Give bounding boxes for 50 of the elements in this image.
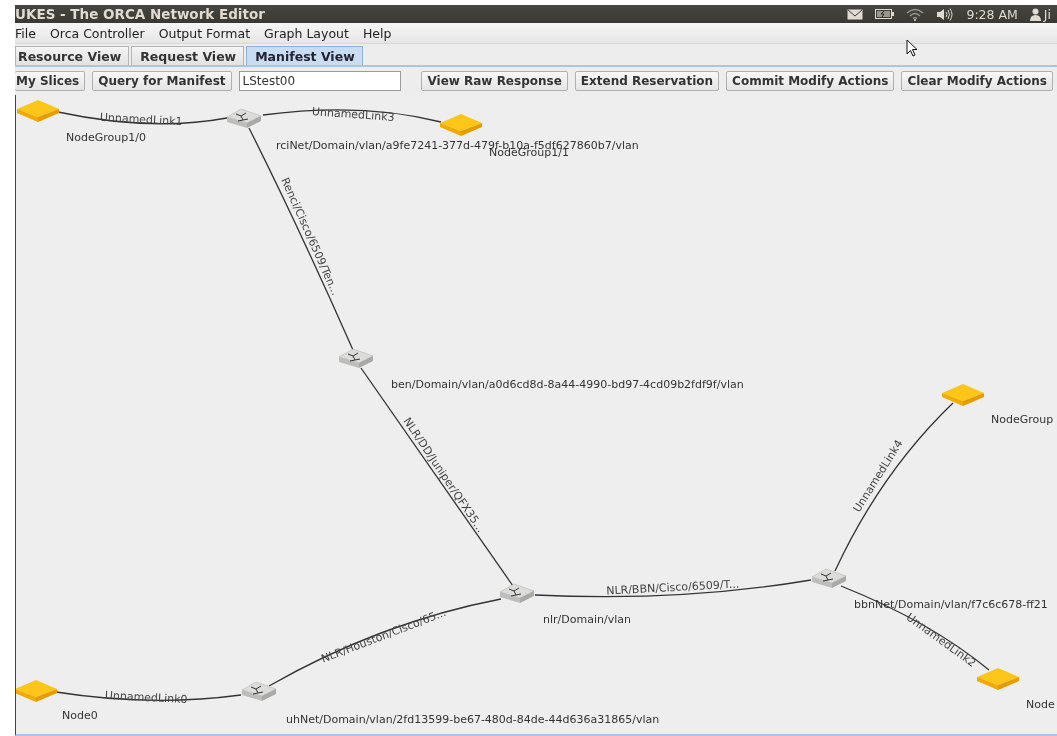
node-label: Node	[1026, 698, 1055, 711]
compute-node-icon[interactable]	[977, 668, 1019, 690]
toolbar-button[interactable]: View Raw Response	[421, 71, 568, 91]
window-title: UKES - The ORCA Network Editor	[15, 6, 266, 22]
link-line[interactable]	[534, 579, 812, 598]
compute-node-icon[interactable]	[942, 384, 984, 406]
menu-item[interactable]: Help	[356, 25, 400, 41]
link-line[interactable]	[55, 691, 242, 701]
toolbar-button[interactable]: My Slices	[15, 71, 86, 91]
toolbar-button[interactable]: Extend Reservation	[574, 71, 720, 91]
compute-node-icon[interactable]	[440, 114, 482, 136]
tab[interactable]: Manifest View	[246, 46, 363, 65]
link-line[interactable]	[268, 598, 502, 687]
link-line[interactable]	[57, 111, 228, 125]
cursor-icon	[906, 39, 918, 57]
user-icon[interactable]	[1029, 7, 1041, 21]
link-label: NLR/BBN/Cisco/6509/T...	[605, 577, 740, 598]
wifi-icon[interactable]	[906, 7, 925, 21]
switch-icon[interactable]	[811, 568, 847, 588]
tab[interactable]: Request View	[131, 46, 245, 65]
node-label: nlr/Domain/vlan	[543, 613, 631, 626]
switch-icon[interactable]	[499, 583, 535, 603]
toolbar-button[interactable]: Clear Modify Actions	[901, 71, 1053, 91]
link-label: UnnamedLink3	[311, 105, 395, 124]
switch-icon[interactable]	[226, 108, 262, 128]
menu-item[interactable]: Output Format	[152, 25, 259, 41]
mail-icon[interactable]	[847, 8, 864, 20]
node-label: ben/Domain/vlan/a0d6cd8d-8a44-4990-bd97-4cd09b2fdf9f/vlan	[391, 378, 744, 391]
node-label: Node0	[62, 709, 98, 722]
node-label: NodeGroup1/0	[66, 131, 146, 144]
slice-name-field[interactable]: LStest00	[238, 71, 402, 91]
menu-item[interactable]: Orca Controller	[43, 25, 153, 41]
node-label: uhNet/Domain/vlan/2fd13599-be67-480d-84de-44d636a31865/vlan	[286, 713, 660, 726]
user-name[interactable]: Ji	[1043, 6, 1051, 22]
menu-item[interactable]: File	[15, 25, 44, 41]
switch-icon[interactable]	[338, 348, 374, 368]
clock[interactable]: 9:28 AM	[966, 6, 1018, 22]
link-line[interactable]	[262, 109, 442, 123]
toolbar-button[interactable]: Commit Modify Actions	[726, 71, 895, 91]
link-label: UnnamedLink0	[104, 688, 188, 707]
switch-icon[interactable]	[241, 681, 277, 701]
toolbar-button[interactable]: Query for Manifest	[92, 71, 232, 91]
volume-icon[interactable]	[936, 7, 955, 21]
node-label: NodeGroup	[991, 413, 1054, 426]
menu-item[interactable]: Graph Layout	[258, 25, 357, 41]
compute-node-icon[interactable]	[17, 100, 59, 122]
link-label: UnnamedLink1	[99, 110, 183, 129]
tab[interactable]: Resource View	[15, 46, 130, 65]
compute-node-icon[interactable]	[16, 680, 57, 702]
battery-icon[interactable]	[875, 9, 895, 19]
